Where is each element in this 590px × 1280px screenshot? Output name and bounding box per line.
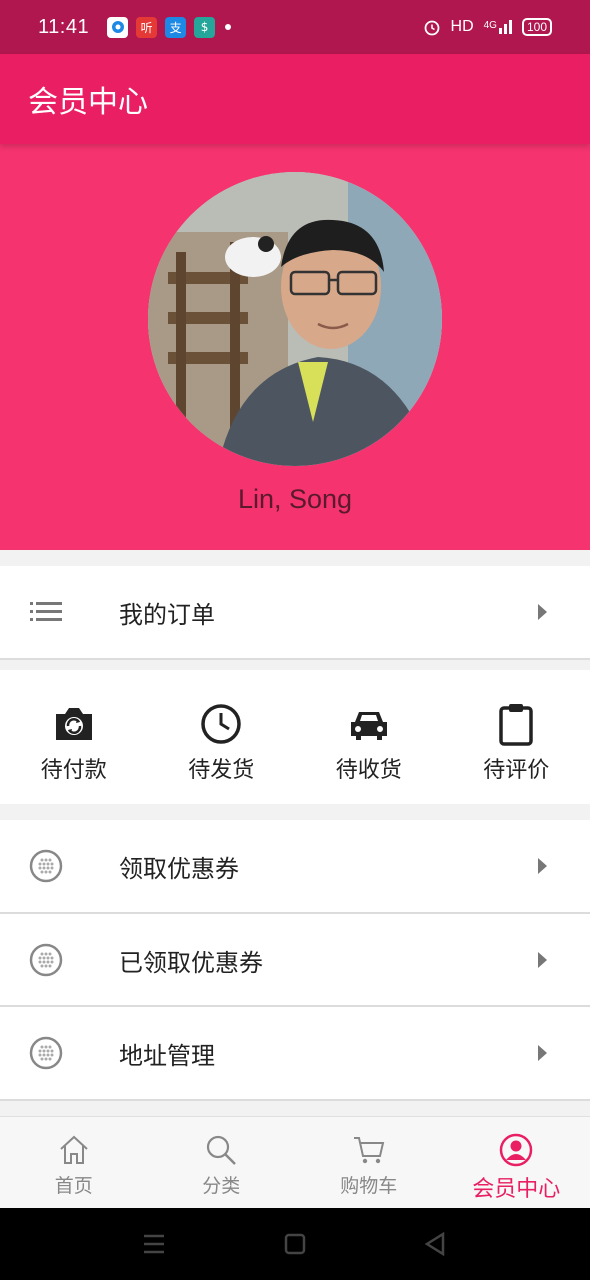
divider [0,658,590,660]
ting-app-icon: 听 [136,16,158,38]
chevron-right-icon [538,858,547,874]
hd-indicator: HD [450,18,474,35]
nav-cart[interactable]: 购物车 [295,1117,443,1208]
status-right: HD 4G 100 [423,18,552,36]
app-bar: 会员中心 [0,54,590,144]
username: Lin, Song [237,484,353,514]
get-coupons-row[interactable]: 领取优惠券 [0,820,590,912]
my-orders-row[interactable]: 我的订单 [0,566,590,658]
nav-home[interactable]: 首页 [0,1117,148,1208]
status-time: 11:41 [38,15,90,38]
dots-circle-icon [28,848,64,884]
pending-shipment-button[interactable]: 待发货 [148,670,296,804]
order-status-bar: 待付款 待发货 待收货 待评价 [0,670,590,804]
claimed-coupons-label: 已领取优惠券 [119,948,263,977]
clipboard-icon [499,704,533,746]
nav-home-label: 首页 [54,1175,93,1197]
car-icon [350,712,387,740]
address-management-row[interactable]: 地址管理 [0,1007,590,1099]
chevron-right-icon [538,604,547,620]
pending-payment-button[interactable]: 待付款 [0,670,148,804]
nav-member-center[interactable]: 会员中心 [443,1117,590,1208]
home-icon [60,1135,88,1164]
pending-receipt-label: 待收货 [335,758,402,783]
pending-review-label: 待评价 [483,758,550,783]
pending-receipt-button[interactable]: 待收货 [295,670,443,804]
clock-icon [201,704,241,744]
nav-category[interactable]: 分类 [148,1117,296,1208]
battery-icon: 100 [521,18,552,36]
divider [0,1099,590,1101]
search-icon [207,1135,237,1165]
alarm-icon [424,20,439,36]
nav-category-label: 分类 [202,1175,241,1197]
status-app-icons: 听 支 $ [107,16,232,38]
avatar[interactable] [148,172,442,466]
pending-shipment-label: 待发货 [188,758,255,783]
alipay-app-icon: 支 [165,16,187,38]
user-icon [500,1133,533,1167]
circle-app-icon [107,16,129,38]
status-bar: 11:41 听 支 $ HD 4G 100 [0,0,590,54]
cart-icon [353,1137,385,1164]
my-orders-label: 我的订单 [119,600,215,629]
green-app-icon: $ [194,16,216,38]
profile-header: Lin, Song [0,144,590,550]
nav-member-center-label: 会员中心 [472,1177,561,1202]
pending-payment-label: 待付款 [40,758,107,783]
back-icon[interactable] [424,1231,445,1257]
menu-icon[interactable] [144,1234,164,1254]
address-management-label: 地址管理 [119,1041,215,1070]
list-icon [28,594,64,630]
notification-dot [225,24,232,30]
network-type: 4G [483,20,497,31]
bottom-nav: 首页 分类 购物车 会员中心 [0,1116,590,1208]
chevron-right-icon [538,952,547,968]
signal-icon: 4G [484,20,512,34]
claimed-coupons-row[interactable]: 已领取优惠券 [0,914,590,1006]
system-nav-bar [0,1208,590,1280]
dots-circle-icon [28,942,64,978]
camera-icon [55,708,92,740]
home-square-icon[interactable] [284,1233,306,1255]
page-title: 会员中心 [28,85,148,120]
pending-review-button[interactable]: 待评价 [443,670,590,804]
nav-cart-label: 购物车 [340,1175,398,1197]
dots-circle-icon [28,1035,64,1071]
chevron-right-icon [538,1045,547,1061]
get-coupons-label: 领取优惠券 [119,854,239,883]
